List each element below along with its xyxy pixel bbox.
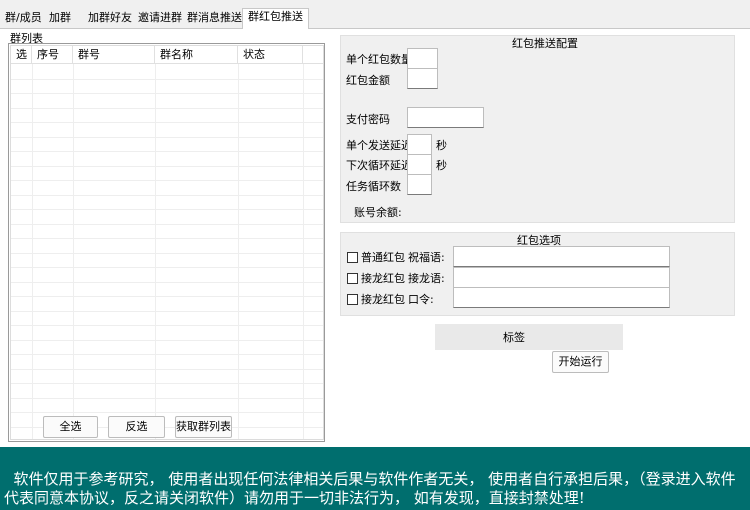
tab-content: 群列表 选 序号 群号 群名称 状态 全选 反选 获取群列表 红包推送配置 单个… (0, 29, 750, 447)
loop-count-label: 任务循环数 (346, 180, 401, 193)
grid-line (11, 398, 323, 399)
password-phrase-label: 口令: (408, 293, 434, 306)
grid-line (11, 267, 323, 268)
balance-label: 账号余额: (354, 206, 402, 219)
solitaire-phrase-label: 接龙语: (408, 272, 445, 285)
grid-line (11, 137, 323, 138)
column-header-group-id[interactable]: 群号 (73, 46, 155, 64)
status-tag: 标签 (503, 331, 525, 344)
select-all-button[interactable]: 全选 (43, 416, 98, 438)
amount-input[interactable] (407, 68, 438, 89)
grid-line (11, 238, 323, 239)
grid-line (11, 209, 323, 210)
pay-password-label: 支付密码 (346, 113, 390, 126)
loop-delay-unit: 秒 (436, 159, 447, 172)
grid-line (11, 412, 323, 413)
normal-redpacket-checkbox[interactable] (347, 252, 358, 263)
password-phrase-input[interactable] (453, 287, 670, 308)
grid-line (11, 151, 323, 152)
grid-line (11, 79, 323, 80)
blessing-label: 祝福语: (408, 251, 445, 264)
loop-count-input[interactable] (407, 174, 432, 195)
send-delay-input[interactable] (407, 134, 432, 155)
grid-line (11, 224, 323, 225)
amount-label: 红包金额 (346, 74, 390, 87)
status-tag-box: 标签 (435, 324, 623, 350)
group-list-frame: 选 序号 群号 群名称 状态 (8, 43, 325, 442)
grid-line (11, 383, 323, 384)
invert-selection-button[interactable]: 反选 (108, 416, 165, 438)
normal-redpacket-label: 普通红包 (361, 251, 405, 264)
column-header-status[interactable]: 状态 (238, 46, 303, 64)
redpacket-options-panel: 红包选项 普通红包 祝福语: 接龙红包 接龙语: 接龙红包 口令: (340, 232, 735, 316)
tab-invite-to-group[interactable]: 邀请进群 (134, 10, 186, 28)
tab-group-redpacket-push[interactable]: 群红包推送 (242, 8, 309, 29)
count-label: 单个红包数量 (346, 53, 412, 66)
tab-group-members[interactable]: 群/成员 (1, 10, 46, 28)
pay-password-input[interactable] (407, 107, 484, 128)
grid-line (11, 195, 323, 196)
grid-line (11, 325, 323, 326)
solitaire-phrase-input[interactable] (453, 267, 670, 288)
grid-line (11, 354, 323, 355)
grid-column-line (155, 64, 156, 439)
grid-line (11, 340, 323, 341)
grid-line (11, 122, 323, 123)
grid-line (11, 253, 323, 254)
grid-line (11, 369, 323, 370)
tab-add-group-friends[interactable]: 加群好友 (84, 10, 136, 28)
grid-line (11, 166, 323, 167)
disclaimer-banner: 软件仅用于参考研究， 使用者出现任何法律相关后果与软件作者无关， 使用者自行承担… (0, 447, 750, 510)
grid-line (11, 282, 323, 283)
send-delay-label: 单个发送延迟 (346, 139, 412, 152)
column-header-index[interactable]: 序号 (32, 46, 73, 64)
loop-delay-input[interactable] (407, 154, 432, 175)
list-header: 选 序号 群号 群名称 状态 (11, 46, 323, 64)
config-panel-title: 红包推送配置 (512, 37, 578, 50)
grid-column-line (303, 64, 304, 439)
column-header-group-name[interactable]: 群名称 (155, 46, 238, 64)
blessing-input[interactable] (453, 246, 670, 267)
grid-line (11, 311, 323, 312)
loop-delay-label: 下次循环延迟 (346, 159, 412, 172)
count-input[interactable] (407, 48, 438, 69)
grid-column-line (73, 64, 74, 439)
start-button[interactable]: 开始运行 (552, 351, 609, 373)
solitaire-redpacket-checkbox[interactable] (347, 273, 358, 284)
redpacket-config-panel: 红包推送配置 单个红包数量 红包金额 支付密码 单个发送延迟 秒 下次循环延迟 … (340, 35, 735, 223)
grid-line (11, 108, 323, 109)
column-header-select[interactable]: 选 (11, 46, 32, 64)
send-delay-unit: 秒 (436, 139, 447, 152)
fetch-group-list-button[interactable]: 获取群列表 (175, 416, 232, 438)
tab-group-message-push[interactable]: 群消息推送 (183, 10, 246, 28)
grid-line (11, 296, 323, 297)
disclaimer-text: 软件仅用于参考研究， 使用者出现任何法律相关后果与软件作者无关， 使用者自行承担… (4, 470, 736, 507)
tab-join-group[interactable]: 加群 (45, 10, 75, 28)
password-redpacket-label: 接龙红包 (361, 293, 405, 306)
group-list-table[interactable]: 选 序号 群号 群名称 状态 (10, 45, 324, 440)
grid-column-line (32, 64, 33, 439)
solitaire-redpacket-label: 接龙红包 (361, 272, 405, 285)
grid-line (11, 180, 323, 181)
grid-line (11, 93, 323, 94)
tab-bar: 群/成员 加群 加群好友 邀请进群 群消息推送 群红包推送 (0, 8, 750, 29)
grid-column-line (238, 64, 239, 439)
password-redpacket-checkbox[interactable] (347, 294, 358, 305)
